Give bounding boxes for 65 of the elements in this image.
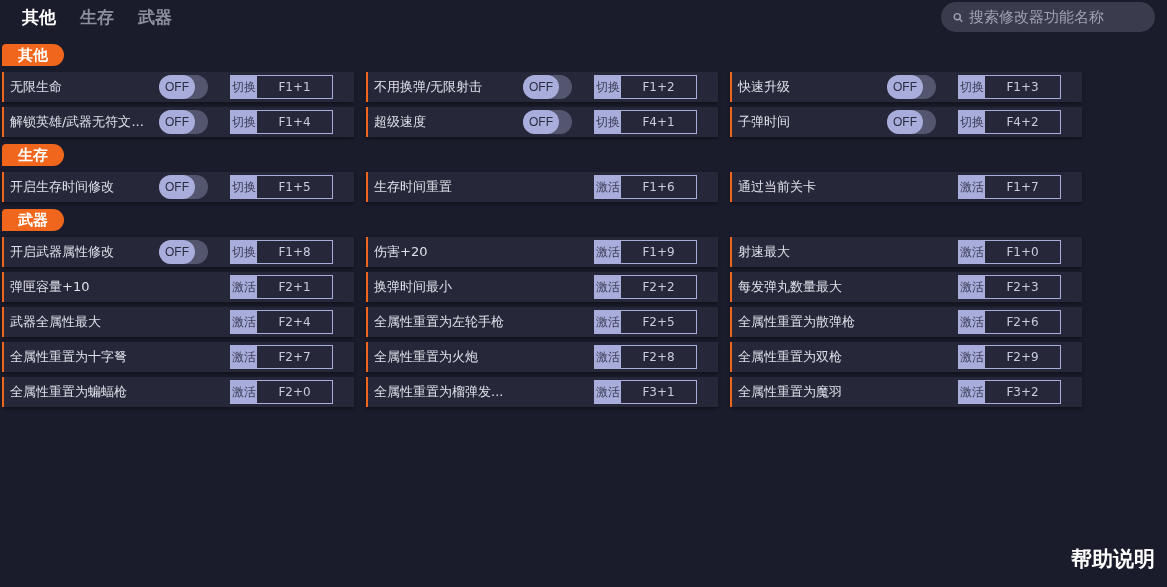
cheat-label: 全属性重置为榴弹发... bbox=[374, 383, 504, 401]
hotkey-button[interactable]: 切换 F1+2 bbox=[594, 75, 697, 99]
toggle-switch[interactable]: OFF bbox=[159, 75, 208, 99]
hotkey-button[interactable]: 激活 F2+7 bbox=[230, 345, 333, 369]
hotkey-button[interactable]: 激活 F2+0 bbox=[230, 380, 333, 404]
toggle-switch[interactable]: OFF bbox=[523, 110, 572, 134]
hotkey-button[interactable]: 激活 F1+6 bbox=[594, 175, 697, 199]
hotkey-button[interactable]: 激活 F1+0 bbox=[958, 240, 1061, 264]
toggle-switch[interactable]: OFF bbox=[159, 175, 208, 199]
hotkey-button[interactable]: 激活 F2+2 bbox=[594, 275, 697, 299]
tab[interactable]: 其他 bbox=[22, 5, 56, 29]
hotkey-button[interactable]: 激活 F1+9 bbox=[594, 240, 697, 264]
hotkey-button[interactable]: 激活 F2+8 bbox=[594, 345, 697, 369]
cheat-label: 每发弹丸数量最大 bbox=[738, 278, 842, 296]
hotkey-button[interactable]: 切换 F4+1 bbox=[594, 110, 697, 134]
cheat-label: 弹匣容量+10 bbox=[10, 278, 90, 296]
cheat-label: 全属性重置为左轮手枪 bbox=[374, 313, 504, 331]
toggle-switch[interactable]: OFF bbox=[159, 110, 208, 134]
cheat-label: 全属性重置为十字弩 bbox=[10, 348, 127, 366]
hotkey-button[interactable]: 激活 F3+2 bbox=[958, 380, 1061, 404]
hotkey-button[interactable]: 激活 F2+5 bbox=[594, 310, 697, 334]
cheat-label: 快速升级 bbox=[738, 78, 790, 96]
help-link[interactable]: 帮助说明 bbox=[1071, 547, 1155, 571]
tab[interactable]: 武器 bbox=[138, 5, 172, 29]
section-header: 武器 bbox=[2, 209, 64, 231]
search-field[interactable]: 搜索修改器功能名称 bbox=[941, 2, 1155, 32]
tab[interactable]: 生存 bbox=[80, 5, 114, 29]
hotkey-button[interactable]: 激活 F2+4 bbox=[230, 310, 333, 334]
cheat-label: 伤害+20 bbox=[374, 243, 428, 261]
hotkey-button[interactable]: 切换 F4+2 bbox=[958, 110, 1061, 134]
hotkey-button[interactable]: 激活 F2+3 bbox=[958, 275, 1061, 299]
hotkey-button[interactable]: 切换 F1+1 bbox=[230, 75, 333, 99]
cheat-label: 射速最大 bbox=[738, 243, 790, 261]
cheat-label: 无限生命 bbox=[10, 78, 62, 96]
section-header: 生存 bbox=[2, 144, 64, 166]
hotkey-button[interactable]: 激活 F3+1 bbox=[594, 380, 697, 404]
toggle-switch[interactable]: OFF bbox=[159, 240, 208, 264]
hotkey-button[interactable]: 切换 F1+4 bbox=[230, 110, 333, 134]
hotkey-button[interactable]: 激活 F1+7 bbox=[958, 175, 1061, 199]
cheat-label: 开启生存时间修改 bbox=[10, 178, 114, 196]
hotkey-button[interactable]: 激活 F2+1 bbox=[230, 275, 333, 299]
cheat-label: 不用换弹/无限射击 bbox=[374, 78, 483, 96]
cheat-label: 武器全属性最大 bbox=[10, 313, 101, 331]
cheat-label: 子弹时间 bbox=[738, 113, 790, 131]
toggle-switch[interactable]: OFF bbox=[887, 75, 936, 99]
cheat-label: 换弹时间最小 bbox=[374, 278, 452, 296]
cheat-label: 全属性重置为双枪 bbox=[738, 348, 842, 366]
hotkey-button[interactable]: 激活 F2+9 bbox=[958, 345, 1061, 369]
toggle-switch[interactable]: OFF bbox=[887, 110, 936, 134]
toggle-switch[interactable]: OFF bbox=[523, 75, 572, 99]
cheat-label: 超级速度 bbox=[374, 113, 426, 131]
cheat-label: 解锁英雄/武器无符文... bbox=[10, 113, 144, 131]
cheat-label: 全属性重置为蝙蝠枪 bbox=[10, 383, 127, 401]
section-header: 其他 bbox=[2, 44, 64, 66]
hotkey-button[interactable]: 切换 F1+8 bbox=[230, 240, 333, 264]
cheat-label: 全属性重置为散弹枪 bbox=[738, 313, 855, 331]
cheat-label: 全属性重置为魔羽 bbox=[738, 383, 842, 401]
cheat-label: 开启武器属性修改 bbox=[10, 243, 114, 261]
search-icon bbox=[953, 10, 963, 24]
cheat-label: 生存时间重置 bbox=[374, 178, 452, 196]
hotkey-button[interactable]: 激活 F2+6 bbox=[958, 310, 1061, 334]
cheat-label: 全属性重置为火炮 bbox=[374, 348, 478, 366]
hotkey-button[interactable]: 切换 F1+5 bbox=[230, 175, 333, 199]
cheat-label: 通过当前关卡 bbox=[738, 178, 816, 196]
hotkey-button[interactable]: 切换 F1+3 bbox=[958, 75, 1061, 99]
